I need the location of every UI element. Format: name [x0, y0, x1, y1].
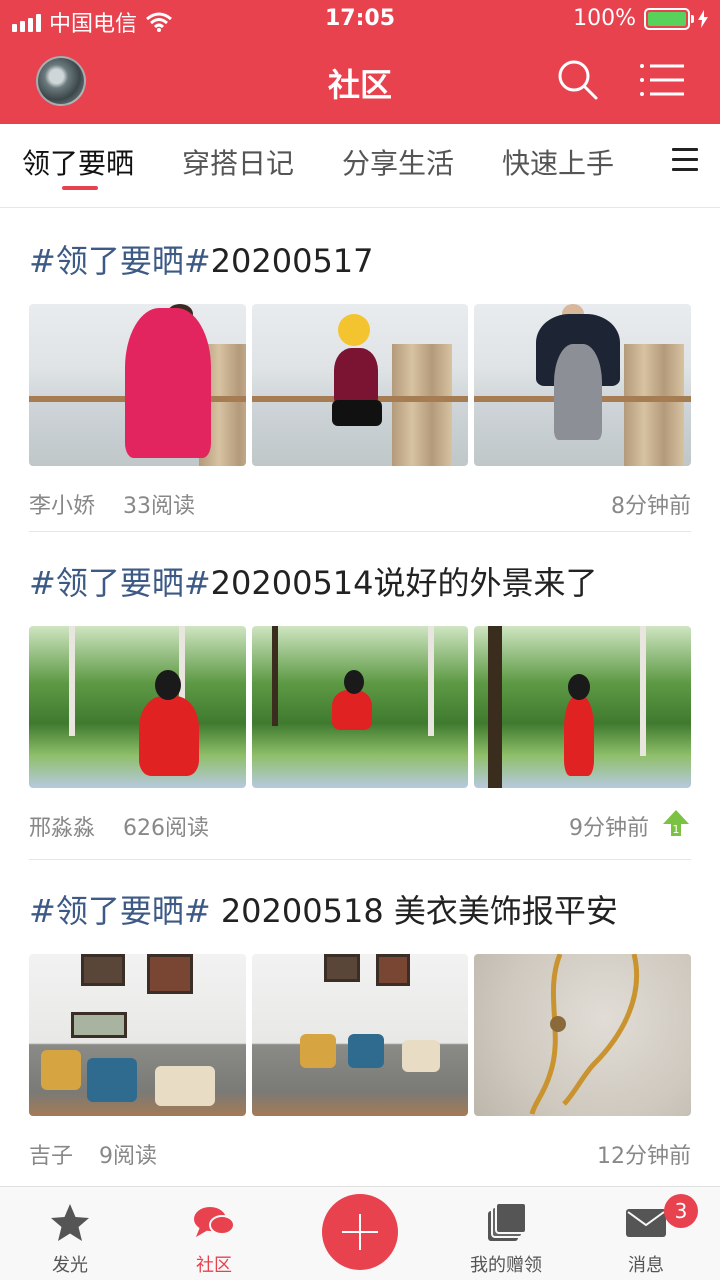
post-title-text: 20200517: [210, 242, 374, 280]
tab-ling-le-yao-shai[interactable]: 领了要晒: [22, 142, 134, 182]
post-author[interactable]: 邢淼淼: [29, 810, 95, 842]
post-time: 8分钟前: [611, 494, 691, 519]
list-menu-icon[interactable]: [638, 60, 686, 100]
page-title: 社区: [327, 66, 392, 104]
post-image[interactable]: [251, 954, 469, 1116]
stack-icon: [488, 1202, 527, 1241]
bottom-tab-label: 消息: [628, 1255, 664, 1276]
post-card[interactable]: #领了要晒# 20200518 美衣美饰报平安 吉子 9阅读 12分钟前: [29, 886, 692, 1170]
post-title-text: 20200518 美衣美饰报平安: [210, 892, 618, 930]
post-meta: 吉子 9阅读 12分钟前: [29, 1138, 691, 1170]
post-title[interactable]: #领了要晒#20200514说好的外景来了: [29, 558, 691, 604]
chat-bubbles-icon: [194, 1207, 235, 1237]
post-images: [29, 626, 692, 788]
post-reads: 33阅读: [123, 494, 195, 519]
post-image[interactable]: [29, 304, 246, 466]
nav-bar: 社区: [0, 40, 720, 124]
bottom-tab-my-gifts[interactable]: 我的赠领: [446, 1187, 566, 1280]
star-icon: [51, 1204, 89, 1241]
bottom-tab-label: 发光: [52, 1255, 88, 1276]
post-card[interactable]: #领了要晒#20200514说好的外景来了 邢淼淼 626阅读 9分钟前 1: [29, 558, 692, 842]
status-right: 100%: [573, 6, 708, 31]
post-author[interactable]: 吉子: [29, 1138, 73, 1170]
post-image[interactable]: [29, 954, 246, 1116]
post-image[interactable]: [251, 304, 469, 466]
post-tag[interactable]: #领了要晒#: [29, 242, 211, 280]
messages-badge: 3: [664, 1194, 698, 1228]
necklace-photo: [529, 954, 640, 1115]
battery-icon: [644, 7, 694, 30]
post-image[interactable]: [474, 626, 692, 788]
battery-percent: 100%: [573, 6, 636, 31]
header: 中国电信 17:05 100% 社区: [0, 0, 720, 124]
tab-kuai-su-shang-shou[interactable]: 快速上手: [502, 142, 614, 182]
post-images: [29, 954, 692, 1116]
search-icon[interactable]: [556, 58, 600, 102]
post-time: 12分钟前: [597, 1144, 691, 1169]
charging-icon: [698, 9, 708, 28]
bottom-tab-label: 社区: [196, 1255, 232, 1276]
post-title-text: 20200514说好的外景来了: [210, 564, 598, 602]
post-time: 9分钟前: [569, 816, 649, 841]
active-tab-indicator: [62, 186, 98, 190]
post-title[interactable]: #领了要晒# 20200518 美衣美饰报平安: [29, 886, 691, 932]
post-images: [29, 304, 692, 466]
tab-fen-xiang-sheng-huo[interactable]: 分享生活: [342, 142, 454, 182]
post-card[interactable]: #领了要晒#20200517 李小娇 33阅读 8分钟前: [29, 236, 692, 520]
divider: [29, 531, 691, 532]
post-image[interactable]: [29, 626, 246, 788]
post-image[interactable]: [474, 304, 692, 466]
plus-icon[interactable]: [322, 1194, 398, 1270]
post-meta: 邢淼淼 626阅读 9分钟前 1: [29, 810, 691, 842]
bottom-tab-faguang[interactable]: 发光: [10, 1187, 130, 1280]
svg-text:1: 1: [673, 823, 680, 836]
category-tabs: 领了要晒 穿搭日记 分享生活 快速上手: [0, 124, 720, 208]
tab-chuan-da-ri-ji[interactable]: 穿搭日记: [182, 142, 294, 182]
bottom-tab-label: 我的赠领: [470, 1255, 542, 1276]
post-tag[interactable]: #领了要晒#: [29, 564, 211, 602]
post-image[interactable]: [251, 626, 469, 788]
post-meta: 李小娇 33阅读 8分钟前: [29, 488, 691, 520]
post-author[interactable]: 李小娇: [29, 488, 95, 520]
post-title[interactable]: #领了要晒#20200517: [29, 236, 691, 282]
divider: [29, 859, 691, 860]
mail-icon: [626, 1209, 666, 1237]
bottom-tab-community[interactable]: 社区: [154, 1187, 274, 1280]
post-image[interactable]: [474, 954, 692, 1116]
post-reads: 9阅读: [99, 1144, 157, 1169]
status-bar: 中国电信 17:05 100%: [0, 0, 720, 40]
up-arrow-icon: 1: [663, 810, 689, 836]
post-tag[interactable]: #领了要晒#: [29, 892, 211, 930]
tabs-menu-icon[interactable]: [672, 148, 698, 171]
post-reads: 626阅读: [123, 816, 209, 841]
